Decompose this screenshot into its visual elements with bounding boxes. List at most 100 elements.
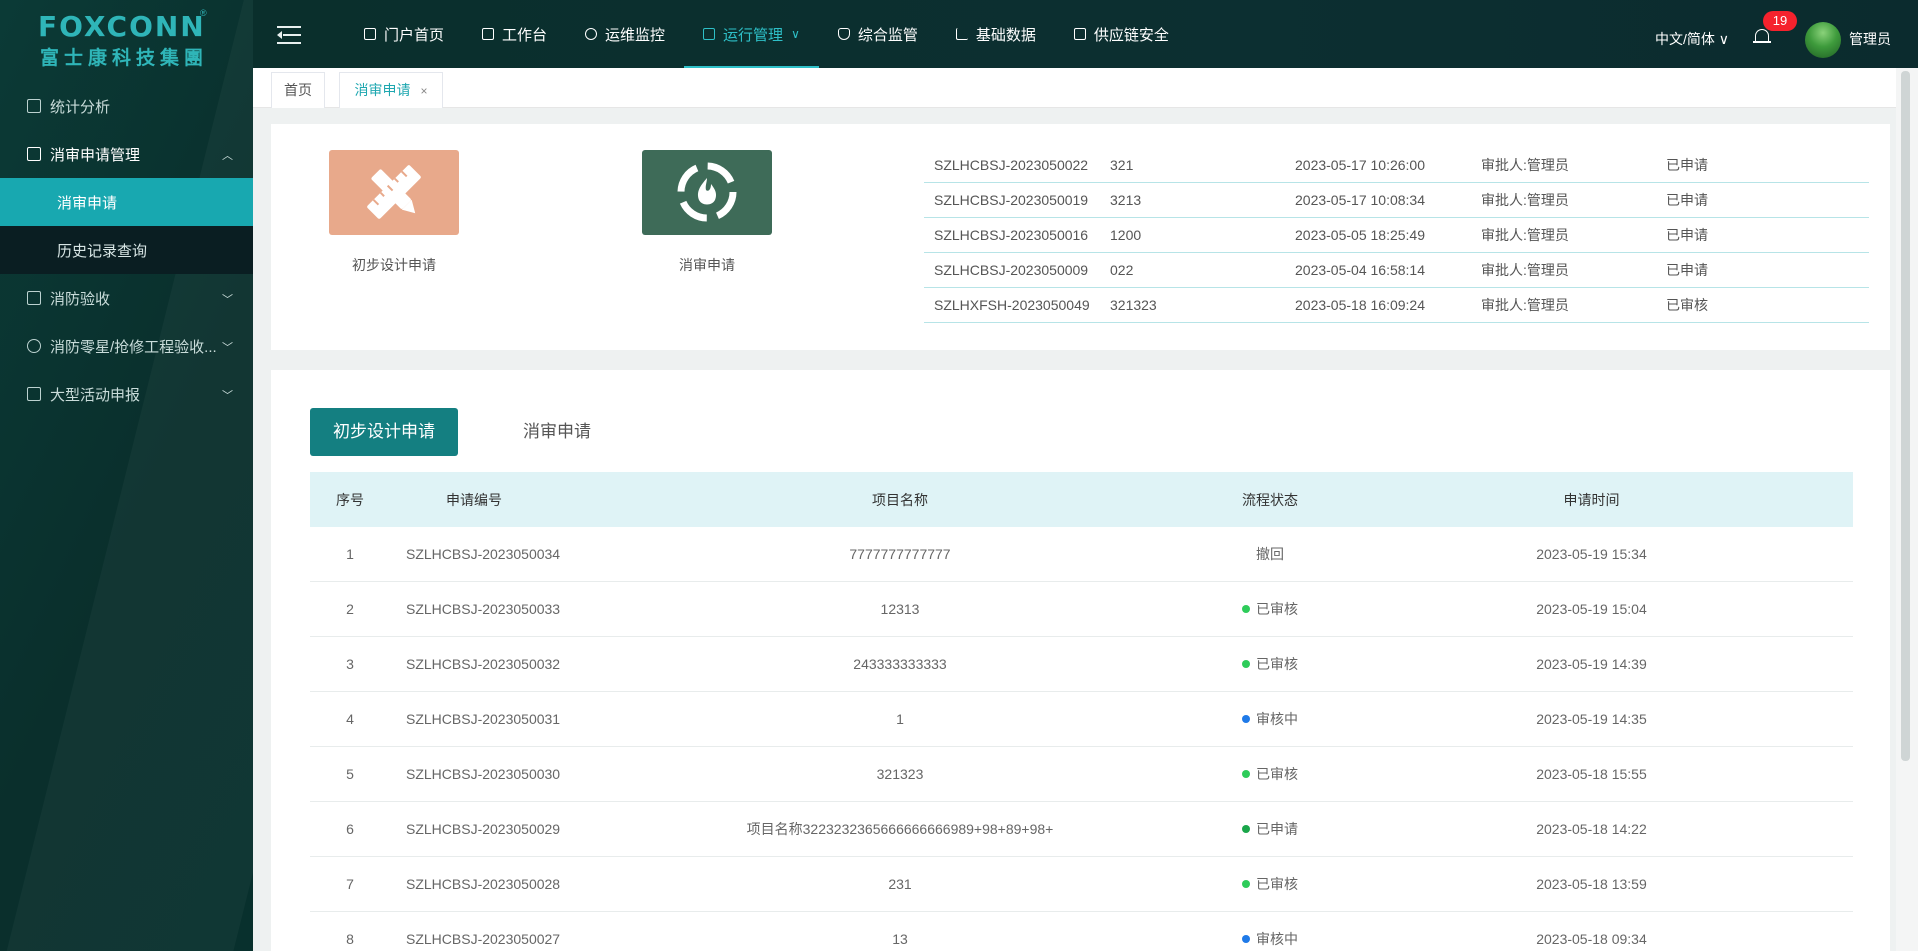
status-dot-icon <box>1242 770 1250 778</box>
page-tabs: 首页 消审申请 × <box>253 68 1918 108</box>
shortcut-preliminary-design[interactable]: 初步设计申请 <box>329 150 459 275</box>
record-approver: 审批人:管理员 <box>1481 262 1569 278</box>
record-approver: 审批人:管理员 <box>1481 157 1569 173</box>
sidebar-item-label: 大型活动申报 <box>50 386 141 404</box>
sidebar-item-event-declaration[interactable]: 大型活动申报 ﹀ <box>0 370 253 418</box>
project-name: 321323 <box>876 766 924 782</box>
status-badge: 撤回 <box>1210 544 1330 564</box>
nav-portal-home[interactable]: 门户首页 <box>345 0 463 68</box>
list-item[interactable]: SZLHCBSJ-2023050016 1200 2023-05-05 18:2… <box>924 218 1869 253</box>
application-time: 2023-05-18 14:22 <box>1536 821 1647 837</box>
table-row[interactable]: 5 SZLHCBSJ-2023050030 321323 已审核 2023-05-18 … <box>310 747 1853 802</box>
nav-label: 门户首页 <box>384 26 445 44</box>
status-text: 撤回 <box>1256 546 1284 562</box>
status-badge: 审核中 <box>1210 929 1330 949</box>
avatar[interactable] <box>1805 22 1841 58</box>
application-time: 2023-05-19 14:35 <box>1536 711 1647 727</box>
table-row[interactable]: 8 SZLHCBSJ-2023050027 13 审核中 2023-05-18 09:3… <box>310 912 1853 951</box>
status-text: 已审核 <box>1256 656 1298 672</box>
status-text: 已申请 <box>1256 821 1298 837</box>
sidebar-item-fire-review-management[interactable]: 消审申请管理 ︿ <box>0 130 253 178</box>
status-badge: 已审核 <box>1210 874 1330 894</box>
list-item[interactable]: SZLHCBSJ-2023050022 321 2023-05-17 10:26… <box>924 148 1869 183</box>
row-index: 7 <box>346 876 354 892</box>
list-item[interactable]: SZLHCBSJ-2023050009 022 2023-05-04 16:58… <box>924 253 1869 288</box>
nav-label: 综合监管 <box>857 26 918 44</box>
table-row[interactable]: 1 SZLHCBSJ-2023050034 7777777777777 撤回 2023-… <box>310 527 1853 582</box>
record-number: SZLHXFSH-2023050049 <box>934 297 1090 313</box>
status-text: 已审核 <box>1256 876 1298 892</box>
tab-home[interactable]: 首页 <box>271 72 325 108</box>
row-index: 1 <box>346 546 354 562</box>
sidebar-item-repair-acceptance[interactable]: 消防零星/抢修工程验收... ﹀ <box>0 322 253 370</box>
tab-fire-review[interactable]: 消审申请 <box>492 408 622 456</box>
status-badge: 已审核 <box>1210 764 1330 784</box>
status-text: 已审核 <box>1256 601 1298 617</box>
chevron-down-icon: ﹀ <box>222 342 233 354</box>
bar-chart-icon <box>955 28 968 40</box>
sidebar-subitem-label: 历史记录查询 <box>57 242 148 260</box>
list-item[interactable]: SZLHXFSH-2023050049 321323 2023-05-18 16… <box>924 288 1869 323</box>
chart-icon <box>1073 28 1086 40</box>
brand-logo[interactable]: FOXCONN ® 富士康科技集團 <box>0 0 253 69</box>
table-row[interactable]: 4 SZLHCBSJ-2023050031 1 审核中 2023-05-19 14:35 <box>310 692 1853 747</box>
gear-icon <box>585 28 598 40</box>
chevron-down-icon: ﹀ <box>222 294 233 306</box>
nav-operation-management[interactable]: 运行管理 ∨ <box>684 0 819 68</box>
status-badge: 已审核 <box>1210 599 1330 619</box>
sidebar-subitem-fire-review-application[interactable]: 消审申请 <box>0 178 253 226</box>
nav-comprehensive-supervision[interactable]: 综合监管 <box>819 0 937 68</box>
sidebar-item-fire-acceptance[interactable]: 消防验收 ﹀ <box>0 274 253 322</box>
record-approver: 审批人:管理员 <box>1481 227 1569 243</box>
table-row[interactable]: 7 SZLHCBSJ-2023050028 231 已审核 2023-05-18 13:… <box>310 857 1853 912</box>
application-table: 序号 申请编号 项目名称 流程状态 申请时间 1 SZLHCBSJ-2023050… <box>310 472 1853 951</box>
wrench-icon <box>27 339 41 353</box>
scrollbar[interactable] <box>1896 68 1918 951</box>
application-number: SZLHCBSJ-2023050028 <box>406 876 561 892</box>
sidebar-item-statistics[interactable]: 统计分析 <box>0 82 253 130</box>
menu-collapse-icon[interactable] <box>277 26 301 44</box>
column-header: 流程状态 <box>1242 491 1298 508</box>
project-name: 13 <box>892 931 908 947</box>
scrollbar-thumb[interactable] <box>1901 71 1910 761</box>
record-time: 2023-05-17 10:26:00 <box>1295 157 1425 173</box>
app-window: FOXCONN ® 富士康科技集團 统计分析 消审申请管理 ︿ 消审申请 历史记… <box>0 0 1918 951</box>
nav-label: 基础数据 <box>975 26 1036 44</box>
sidebar-item-label: 统计分析 <box>50 98 111 116</box>
nav-supply-chain-security[interactable]: 供应链安全 <box>1055 0 1188 68</box>
main-content: 首页 消审申请 × 初步设计申请 消审申请 SZLHCBSJ-202305002… <box>253 68 1918 951</box>
application-number: SZLHCBSJ-2023050032 <box>406 656 561 672</box>
recent-records-list: SZLHCBSJ-2023050022 321 2023-05-17 10:26… <box>924 148 1869 323</box>
chart-icon <box>703 28 716 40</box>
nav-workbench[interactable]: 工作台 <box>463 0 566 68</box>
column-header: 序号 <box>336 491 364 508</box>
sidebar-nav: 统计分析 消审申请管理 ︿ 消审申请 历史记录查询 消防验收 ﹀ 消防零星/抢修… <box>0 82 253 418</box>
sidebar-subitem-history-query[interactable]: 历史记录查询 <box>0 226 253 274</box>
shield-icon <box>837 28 850 40</box>
table-row[interactable]: 2 SZLHCBSJ-2023050033 12313 已审核 2023-05-19 1… <box>310 582 1853 637</box>
shortcut-fire-review[interactable]: 消审申请 <box>642 150 772 275</box>
nav-ops-monitoring[interactable]: 运维监控 <box>566 0 684 68</box>
language-selector[interactable]: 中文/简体 ∨ <box>1655 29 1729 49</box>
application-time: 2023-05-19 14:39 <box>1536 656 1647 672</box>
nav-basic-data[interactable]: 基础数据 <box>937 0 1055 68</box>
table-row[interactable]: 3 SZLHCBSJ-2023050032 243333333333 已审核 2023-… <box>310 637 1853 692</box>
sidebar-item-label: 消防验收 <box>50 290 111 308</box>
tab-preliminary-design[interactable]: 初步设计申请 <box>310 408 458 456</box>
tab-fire-review-application[interactable]: 消审申请 × <box>339 72 443 108</box>
row-index: 3 <box>346 656 354 672</box>
status-text: 审核中 <box>1256 711 1298 727</box>
status-text: 审核中 <box>1256 931 1298 947</box>
row-index: 6 <box>346 821 354 837</box>
sidebar: FOXCONN ® 富士康科技集團 统计分析 消审申请管理 ︿ 消审申请 历史记… <box>0 0 253 951</box>
brand-name-en: FOXCONN <box>38 10 206 43</box>
close-icon[interactable]: × <box>420 84 427 98</box>
shortcut-label: 初步设计申请 <box>352 257 436 273</box>
monitor-icon <box>364 28 376 40</box>
table-row[interactable]: 6 SZLHCBSJ-2023050029 项目名称3223232365666666… <box>310 802 1853 857</box>
list-item[interactable]: SZLHCBSJ-2023050019 3213 2023-05-17 10:0… <box>924 183 1869 218</box>
chevron-down-icon: ∨ <box>791 27 800 41</box>
application-time: 2023-05-18 15:55 <box>1536 766 1647 782</box>
project-name: 1 <box>896 711 904 727</box>
user-name[interactable]: 管理员 <box>1849 29 1891 49</box>
